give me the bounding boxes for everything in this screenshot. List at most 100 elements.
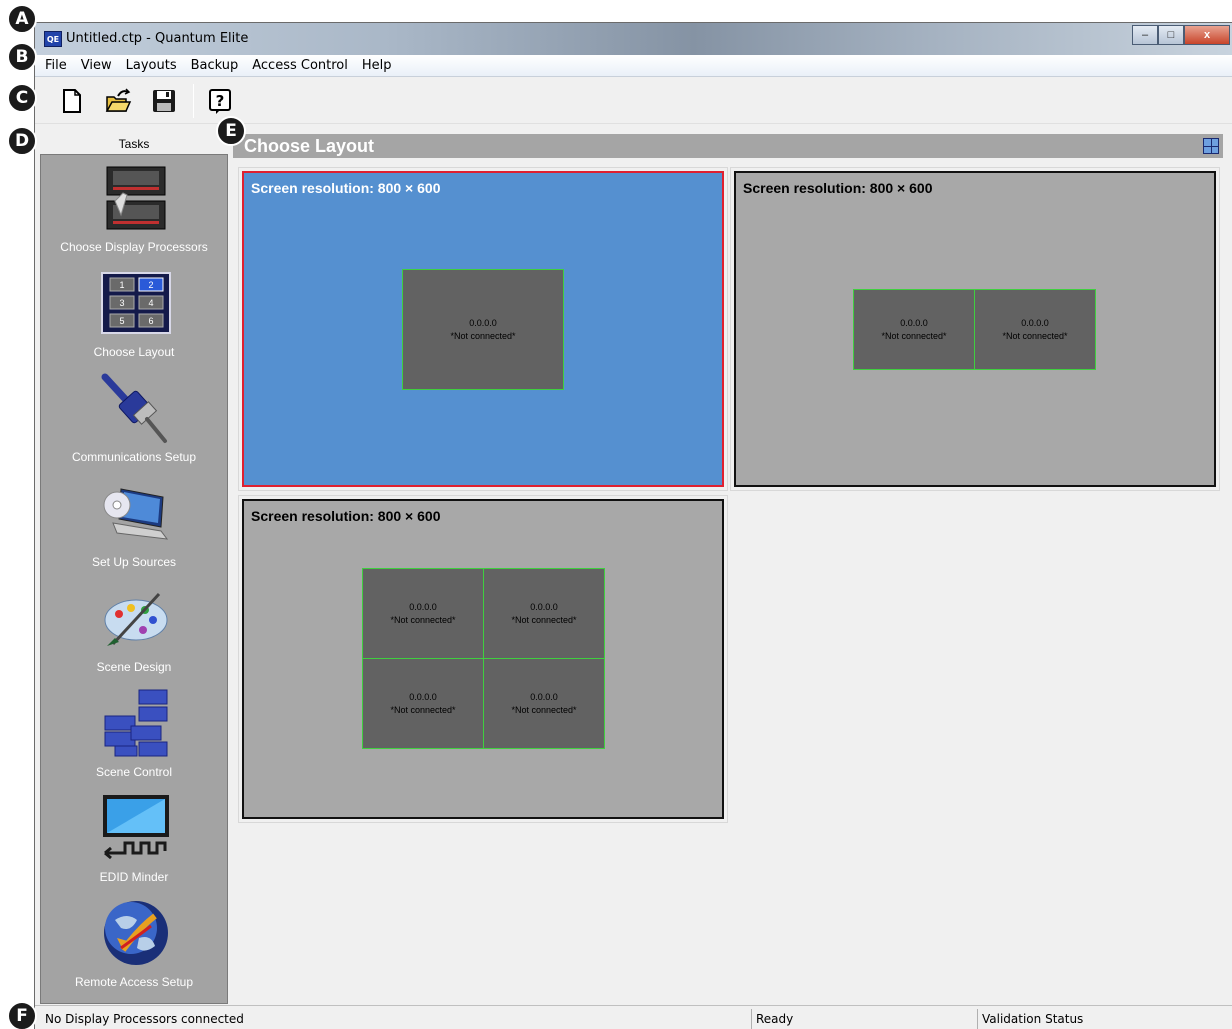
app-icon: QE (44, 31, 62, 47)
screen-status: *Not connected* (511, 614, 577, 625)
menu-file[interactable]: File (45, 58, 67, 73)
open-folder-icon (105, 88, 132, 112)
task-edid-minder[interactable]: EDID Minder (41, 793, 227, 893)
screen-status: *Not connected* (390, 614, 456, 625)
task-label: Set Up Sources (91, 555, 177, 569)
display-processors-icon (101, 163, 171, 233)
main-header: Choose Layout (233, 134, 1223, 158)
task-label: Choose Display Processors (60, 240, 208, 254)
callout-marker-d: D (7, 126, 37, 156)
screen-tile: 0.0.0.0 *Not connected* (853, 289, 975, 370)
tasks-panel: Choose Display Processors 1 2 3 4 5 6 Ch… (40, 154, 228, 1004)
help-question-icon: ? (209, 89, 231, 114)
save-button[interactable] (149, 86, 179, 116)
menu-help[interactable]: Help (362, 58, 392, 73)
layout-preview: Screen resolution: 800 × 600 0.0.0.0 *No… (734, 171, 1216, 487)
screen-status: *Not connected* (450, 330, 516, 341)
new-button[interactable] (57, 86, 87, 116)
help-button[interactable]: ? (205, 86, 235, 116)
layout-icon-number: 3 (119, 298, 124, 308)
screen-resolution-label: Screen resolution: 800 × 600 (743, 180, 933, 196)
task-label: Communications Setup (71, 450, 197, 464)
edid-monitor-icon (101, 793, 171, 863)
scene-blocks-icon (101, 688, 171, 758)
menu-view[interactable]: View (81, 58, 112, 73)
screen-tile: 0.0.0.0 *Not connected* (402, 269, 564, 390)
task-label: Remote Access Setup (74, 975, 194, 989)
screen-resolution-label: Screen resolution: 800 × 600 (251, 180, 441, 196)
status-connection: No Display Processors connected (45, 1012, 244, 1026)
close-button[interactable]: x (1184, 25, 1230, 45)
open-button[interactable] (103, 86, 133, 116)
callout-marker-f: F (7, 1001, 37, 1029)
layout-selection-area: Screen resolution: 800 × 600 0.0.0.0 *No… (233, 160, 1223, 1004)
window-controls: – □ x (1132, 25, 1230, 45)
laptop-disc-icon (101, 478, 171, 548)
screen-ip: 0.0.0.0 (530, 691, 558, 702)
status-bar: No Display Processors connected Ready Va… (35, 1005, 1232, 1029)
layout-preview: Screen resolution: 800 × 600 0.0.0.0 *No… (242, 499, 724, 819)
task-scene-control[interactable]: Scene Control (41, 688, 227, 788)
layout-icon-number: 2 (148, 280, 153, 290)
layout-icon-number: 5 (119, 316, 124, 326)
screen-status: *Not connected* (511, 704, 577, 715)
screen-tile: 0.0.0.0 *Not connected* (483, 658, 605, 749)
task-set-up-sources[interactable]: Set Up Sources (41, 478, 227, 578)
task-choose-layout[interactable]: 1 2 3 4 5 6 Choose Layout (41, 268, 227, 368)
window-title: Untitled.ctp - Quantum Elite (66, 31, 249, 46)
task-label: Choose Layout (93, 345, 175, 359)
application-screenshot: A B C D E F QE Untitled.ctp - Quantum El… (0, 0, 1232, 1029)
globe-arrow-icon (101, 898, 171, 968)
layout-icon-number: 6 (148, 316, 153, 326)
layout-icon-number: 4 (148, 298, 153, 308)
screen-status: *Not connected* (1002, 330, 1068, 341)
layout-preview: Screen resolution: 800 × 600 0.0.0.0 *No… (242, 171, 724, 487)
toolbar: ? (35, 78, 1232, 124)
task-choose-display-processors[interactable]: Choose Display Processors (41, 163, 227, 263)
screen-ip: 0.0.0.0 (409, 601, 437, 612)
task-scene-design[interactable]: Scene Design (41, 583, 227, 683)
screen-ip: 0.0.0.0 (530, 601, 558, 612)
task-remote-access-setup[interactable]: Remote Access Setup (41, 898, 227, 998)
layout-option-quad[interactable]: Screen resolution: 800 × 600 0.0.0.0 *No… (238, 495, 728, 823)
layout-grid-small-icon[interactable] (1203, 138, 1219, 154)
layout-grid-icon: 1 2 3 4 5 6 (101, 268, 171, 338)
task-label: EDID Minder (99, 870, 169, 884)
minimize-button[interactable]: – (1132, 25, 1158, 45)
task-label: Scene Design (96, 660, 172, 674)
status-ready: Ready (751, 1009, 793, 1029)
screen-status: *Not connected* (390, 704, 456, 715)
layout-icon-number: 1 (119, 280, 124, 290)
callout-marker-c: C (7, 83, 37, 113)
screen-ip: 0.0.0.0 (900, 317, 928, 328)
svg-text:?: ? (216, 92, 225, 110)
menu-layouts[interactable]: Layouts (126, 58, 177, 73)
screen-resolution-label: Screen resolution: 800 × 600 (251, 508, 441, 524)
screen-tile: 0.0.0.0 *Not connected* (362, 568, 484, 659)
layout-option-single[interactable]: Screen resolution: 800 × 600 0.0.0.0 *No… (238, 167, 728, 491)
new-document-icon (63, 89, 81, 113)
status-validation: Validation Status (977, 1009, 1083, 1029)
tasks-header: Tasks (40, 134, 228, 154)
layout-option-dual[interactable]: Screen resolution: 800 × 600 0.0.0.0 *No… (730, 167, 1220, 491)
callout-marker-a: A (7, 4, 37, 34)
menu-backup[interactable]: Backup (191, 58, 239, 73)
screen-tile: 0.0.0.0 *Not connected* (974, 289, 1096, 370)
callout-marker-e: E (216, 116, 246, 146)
screen-ip: 0.0.0.0 (469, 317, 497, 328)
screen-tile: 0.0.0.0 *Not connected* (362, 658, 484, 749)
menu-access-control[interactable]: Access Control (252, 58, 348, 73)
screen-ip: 0.0.0.0 (409, 691, 437, 702)
save-disk-icon (153, 90, 175, 112)
cable-connector-icon (101, 373, 171, 443)
task-label: Scene Control (95, 765, 173, 779)
title-bar[interactable]: QE Untitled.ctp - Quantum Elite – □ x (35, 23, 1232, 55)
screen-tile: 0.0.0.0 *Not connected* (483, 568, 605, 659)
callout-marker-b: B (7, 42, 37, 72)
toolbar-separator (193, 84, 194, 118)
task-communications-setup[interactable]: Communications Setup (41, 373, 227, 473)
page-title: Choose Layout (244, 136, 375, 156)
maximize-button[interactable]: □ (1158, 25, 1184, 45)
screen-status: *Not connected* (881, 330, 947, 341)
screen-ip: 0.0.0.0 (1021, 317, 1049, 328)
